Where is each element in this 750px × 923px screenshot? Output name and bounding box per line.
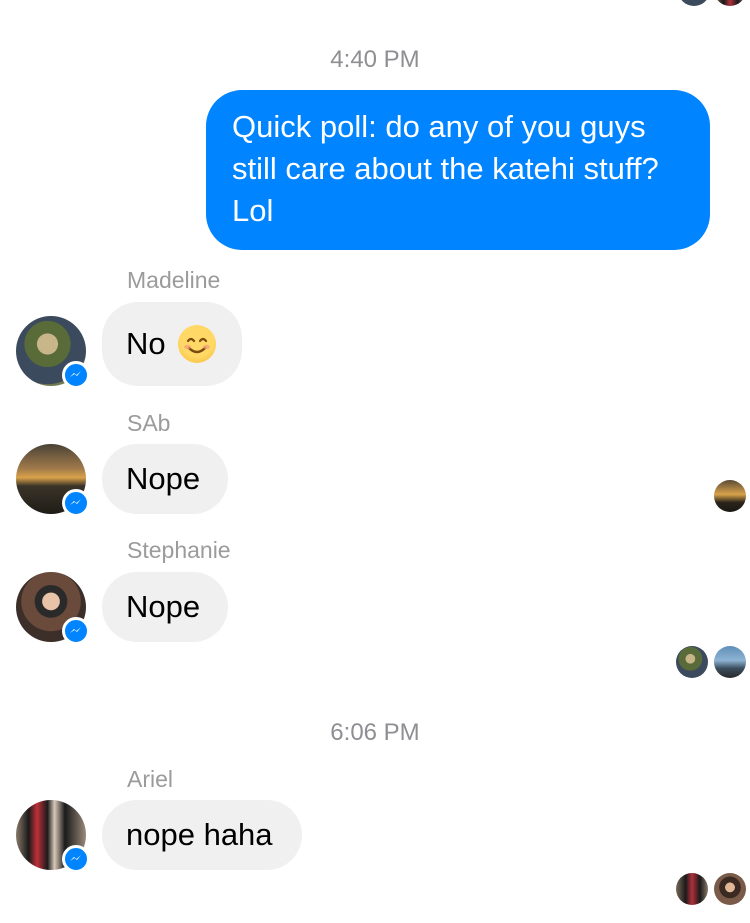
- outgoing-message-line: Lol: [232, 193, 274, 228]
- sender-name-stephanie: Stephanie: [127, 537, 231, 563]
- message-text: nope haha: [126, 817, 273, 852]
- message-text: Nope: [126, 461, 201, 496]
- incoming-message-bubble[interactable]: Nope: [102, 572, 228, 642]
- timestamp: 4:40 PM: [330, 46, 420, 73]
- messenger-icon: [62, 617, 90, 645]
- outgoing-message-bubble[interactable]: Quick poll: do any of you guys still car…: [206, 90, 710, 250]
- outgoing-message-line: still care about the katehi stuff?: [232, 151, 659, 186]
- message-text: Nope: [126, 589, 201, 624]
- sender-name-ariel: Ariel: [127, 766, 174, 792]
- top-read-receipt-avatar-1: [678, 0, 710, 6]
- incoming-message-bubble[interactable]: No: [102, 302, 242, 386]
- messenger-icon: [62, 845, 90, 873]
- read-receipt-avatar-stephanie: [714, 873, 746, 905]
- read-receipt-avatar-ariel: [676, 873, 708, 905]
- sender-name-sab: SAb: [127, 410, 171, 436]
- top-read-receipt-avatar-2: [714, 0, 746, 6]
- read-receipt-avatar: [714, 646, 746, 678]
- timestamp: 6:06 PM: [330, 719, 420, 746]
- outgoing-message-line: Quick poll: do any of you guys: [232, 109, 646, 144]
- sender-name-madeline: Madeline: [127, 267, 221, 293]
- incoming-message-bubble[interactable]: nope haha: [102, 800, 302, 870]
- smiling-face-emoji-icon: [177, 325, 216, 363]
- read-receipt-avatar-madeline: [676, 646, 708, 678]
- messenger-icon: [62, 489, 90, 517]
- message-text: No: [126, 326, 166, 361]
- incoming-message-bubble[interactable]: Nope: [102, 444, 228, 514]
- read-receipt-avatar-sab: [714, 480, 746, 512]
- messenger-icon: [62, 361, 90, 389]
